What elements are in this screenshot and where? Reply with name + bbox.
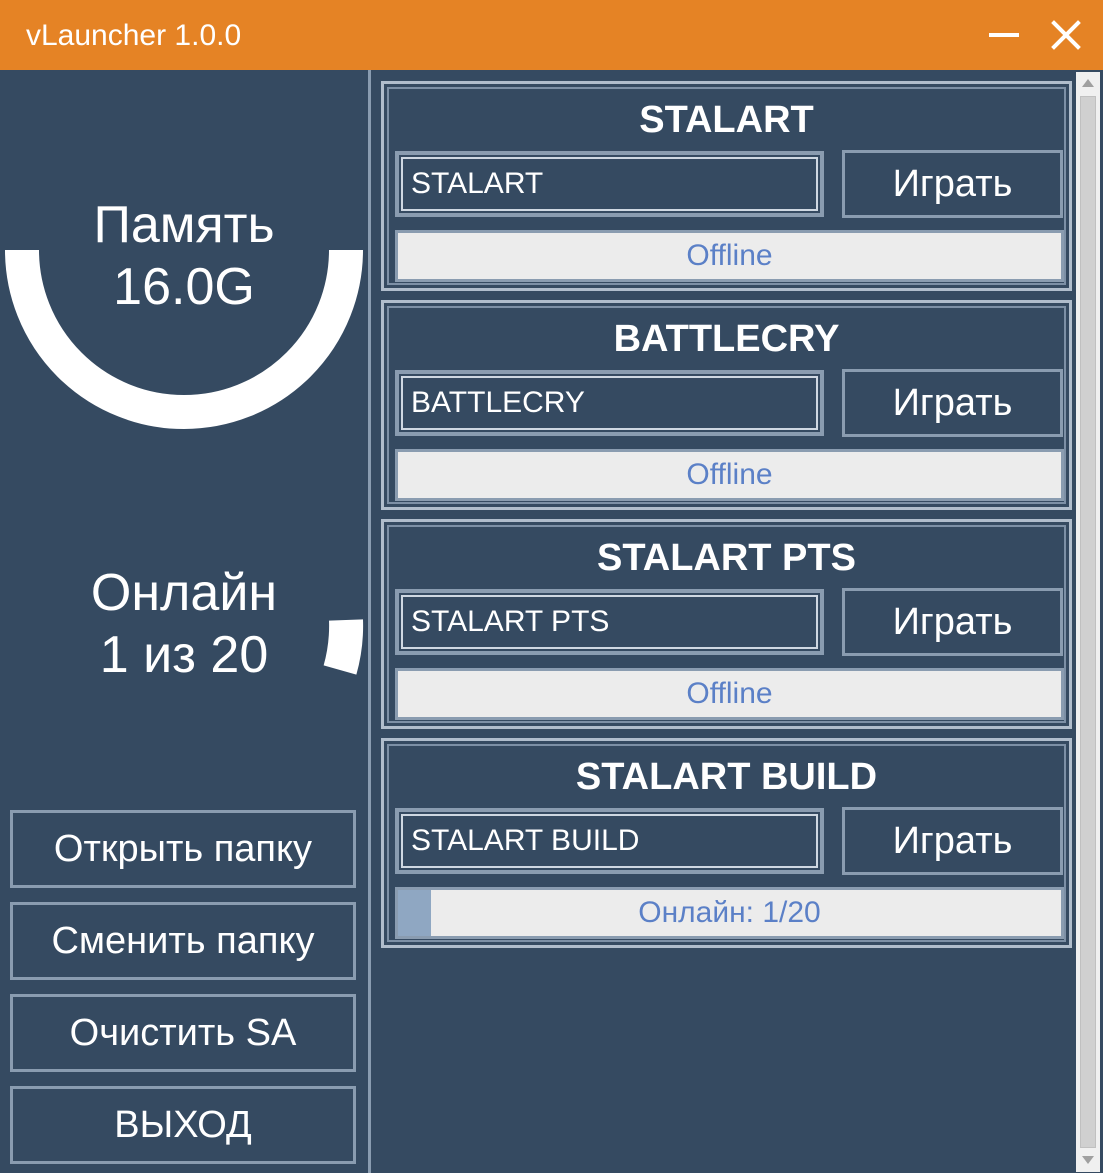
play-button[interactable]: Играть (842, 588, 1063, 656)
server-title: STALART (639, 99, 814, 141)
server-name-field[interactable]: BATTLECRY (395, 370, 824, 436)
vertical-scrollbar[interactable] (1076, 72, 1100, 1172)
server-status-bar: Offline (395, 668, 1064, 720)
title-bar: vLauncher 1.0.0 (0, 0, 1103, 70)
server-status-text: Offline (686, 458, 773, 491)
server-name-value[interactable]: STALART BUILD (401, 814, 818, 868)
server-status-bar: Offline (395, 230, 1064, 282)
server-status-bar: Offline (395, 449, 1064, 501)
play-button[interactable]: Играть (842, 150, 1063, 218)
play-button[interactable]: Играть (842, 369, 1063, 437)
exit-button[interactable]: ВЫХОД (10, 1086, 356, 1164)
server-card: STALART BUILD STALART BUILD Играть Онлай… (381, 738, 1072, 948)
server-status-bar: Онлайн: 1/20 (395, 887, 1064, 939)
server-list: STALART STALART Играть Offline BATTLECRY… (368, 70, 1103, 1173)
server-name-field[interactable]: STALART BUILD (395, 808, 824, 874)
online-value: 1 из 20 (99, 626, 269, 684)
change-folder-button[interactable]: Сменить папку (10, 902, 356, 980)
scroll-up-arrow-icon[interactable] (1076, 72, 1100, 96)
online-label: Онлайн (90, 564, 278, 622)
server-name-field[interactable]: STALART (395, 151, 824, 217)
server-status-text: Offline (686, 239, 773, 272)
server-card: BATTLECRY BATTLECRY Играть Offline (381, 300, 1072, 510)
window-title: vLauncher 1.0.0 (26, 19, 242, 52)
close-icon[interactable] (1046, 16, 1086, 56)
scroll-thumb[interactable] (1080, 96, 1096, 1148)
memory-label: Память (93, 196, 275, 254)
server-name-value[interactable]: STALART (401, 157, 818, 211)
server-name-value[interactable]: STALART PTS (401, 595, 818, 649)
server-title: STALART PTS (597, 537, 856, 579)
server-title: STALART BUILD (575, 756, 878, 798)
minimize-icon[interactable] (986, 16, 1022, 52)
open-folder-button[interactable]: Открыть папку (10, 810, 356, 888)
server-status-text: Онлайн: 1/20 (638, 896, 821, 929)
server-name-value[interactable]: BATTLECRY (401, 376, 818, 430)
play-button[interactable]: Играть (842, 807, 1063, 875)
scroll-down-arrow-icon[interactable] (1076, 1148, 1100, 1172)
server-name-field[interactable]: STALART PTS (395, 589, 824, 655)
server-status-text: Offline (686, 677, 773, 710)
memory-value: 16.0G (113, 258, 255, 316)
server-card: STALART PTS STALART PTS Играть Offline (381, 519, 1072, 729)
server-card: STALART STALART Играть Offline (381, 81, 1072, 291)
left-panel: Память 16.0G Онлайн 1 из 20 Открыть папк… (0, 70, 368, 1173)
clear-sa-button[interactable]: Очистить SA (10, 994, 356, 1072)
server-title: BATTLECRY (613, 318, 840, 360)
